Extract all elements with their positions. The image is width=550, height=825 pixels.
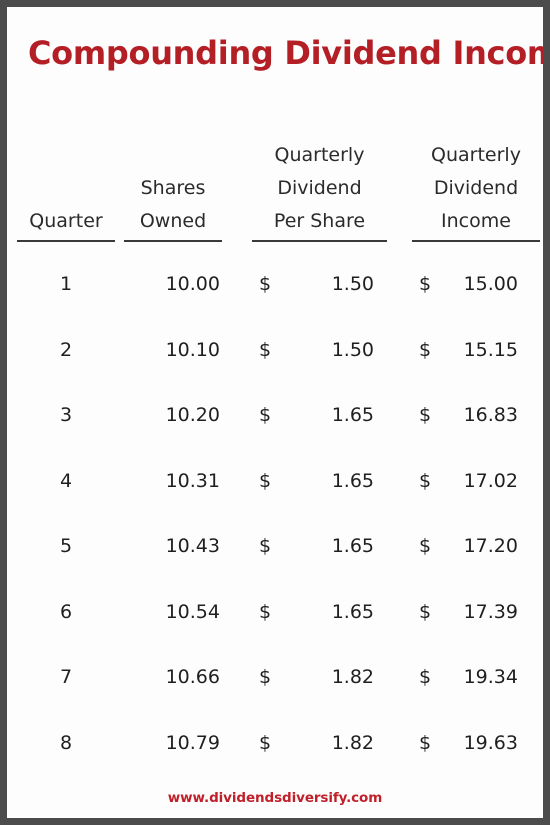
table-row: 6 10.54 $ 1.65 $ 17.39 xyxy=(7,599,543,665)
cell-currency-symbol-income: $ xyxy=(419,469,432,492)
cell-currency-symbol-income: $ xyxy=(419,600,432,623)
cell-dividend-per-share: 1.50 xyxy=(331,338,374,361)
cell-dividend-per-share: 1.82 xyxy=(331,731,374,754)
column-header-income-line1: Quarterly xyxy=(431,144,521,166)
cell-shares-owned: 10.10 xyxy=(165,338,220,361)
table-row: 5 10.43 $ 1.65 $ 17.20 xyxy=(7,533,543,599)
cell-shares-owned: 10.00 xyxy=(165,273,220,295)
cell-quarter: 3 xyxy=(59,404,73,426)
cell-quarter: 4 xyxy=(59,469,73,492)
cell-quarter: 8 xyxy=(59,731,73,754)
cell-currency-symbol-income: $ xyxy=(419,535,432,557)
cell-dividend-per-share: 1.65 xyxy=(331,404,374,426)
cell-dividend-income: 19.34 xyxy=(463,666,518,688)
cell-shares-owned: 10.54 xyxy=(165,600,220,623)
table-body: 1 10.00 $ 1.50 $ 15.00 2 10.10 $ 1.50 $ … xyxy=(7,271,543,795)
cell-dividend-per-share: 1.65 xyxy=(331,535,374,557)
column-header-quarter-line3: Quarter xyxy=(29,210,103,232)
cell-quarter: 5 xyxy=(59,535,73,557)
cell-dividend-per-share: 1.82 xyxy=(331,666,374,688)
table-row: 3 10.20 $ 1.65 $ 16.83 xyxy=(7,402,543,468)
column-header-shares-owned: Shares Owned xyxy=(124,172,222,242)
cell-shares-owned: 10.31 xyxy=(165,469,220,492)
cell-currency-symbol-income: $ xyxy=(419,666,432,688)
cell-currency-symbol-dps: $ xyxy=(259,469,272,492)
cell-currency-symbol-income: $ xyxy=(419,404,432,426)
column-header-income-line2: Dividend xyxy=(433,177,519,199)
table-header-row: Quarter Shares Owned Quarterly Dividend … xyxy=(7,127,543,242)
poster-sheet: Compounding Dividend Income Quarter Shar… xyxy=(7,7,543,818)
cell-shares-owned: 10.20 xyxy=(165,404,220,426)
cell-shares-owned: 10.43 xyxy=(165,535,220,557)
cell-dividend-per-share: 1.65 xyxy=(331,469,374,492)
cell-dividend-income: 17.02 xyxy=(463,469,518,492)
cell-currency-symbol-dps: $ xyxy=(259,404,272,426)
cell-quarter: 6 xyxy=(59,600,73,623)
column-header-shares-line2: Shares xyxy=(140,177,206,199)
cell-quarter: 7 xyxy=(59,666,73,688)
page-title: Compounding Dividend Income xyxy=(28,34,543,72)
column-header-income-line3: Income xyxy=(441,210,511,232)
cell-currency-symbol-dps: $ xyxy=(259,338,272,361)
cell-shares-owned: 10.79 xyxy=(165,731,220,754)
dividend-table: Quarter Shares Owned Quarterly Dividend … xyxy=(7,127,543,795)
cell-currency-symbol-income: $ xyxy=(419,731,432,754)
table-row: 1 10.00 $ 1.50 $ 15.00 xyxy=(7,271,543,337)
cell-dividend-per-share: 1.65 xyxy=(331,600,374,623)
cell-dividend-income: 15.15 xyxy=(463,338,518,361)
table-row: 7 10.66 $ 1.82 $ 19.34 xyxy=(7,664,543,730)
cell-dividend-income: 15.00 xyxy=(463,273,518,295)
column-header-dps-line3: Per Share xyxy=(273,210,366,232)
cell-dividend-income: 17.20 xyxy=(463,535,518,557)
cell-currency-symbol-dps: $ xyxy=(259,666,272,688)
cell-currency-symbol-dps: $ xyxy=(259,535,272,557)
poster-frame: Compounding Dividend Income Quarter Shar… xyxy=(0,0,550,825)
cell-currency-symbol-dps: $ xyxy=(259,273,272,295)
column-header-dps-line2: Dividend xyxy=(277,177,362,199)
cell-currency-symbol-dps: $ xyxy=(259,600,272,623)
cell-currency-symbol-income: $ xyxy=(419,338,432,361)
cell-shares-owned: 10.66 xyxy=(165,666,220,688)
cell-dividend-per-share: 1.50 xyxy=(331,273,374,295)
cell-dividend-income: 19.63 xyxy=(463,731,518,754)
cell-quarter: 2 xyxy=(59,338,73,361)
table-row: 4 10.31 $ 1.65 $ 17.02 xyxy=(7,468,543,534)
column-header-quarter: Quarter xyxy=(17,205,115,242)
column-header-shares-line3: Owned xyxy=(139,210,207,232)
table-row: 8 10.79 $ 1.82 $ 19.63 xyxy=(7,730,543,796)
cell-currency-symbol-dps: $ xyxy=(259,731,272,754)
cell-dividend-income: 17.39 xyxy=(463,600,518,623)
table-row: 2 10.10 $ 1.50 $ 15.15 xyxy=(7,337,543,403)
footer-website-url[interactable]: www.dividendsdiversify.com xyxy=(7,790,543,806)
cell-currency-symbol-income: $ xyxy=(419,273,432,295)
column-header-dividend-income: Quarterly Dividend Income xyxy=(412,139,540,242)
cell-quarter: 1 xyxy=(59,273,73,295)
column-header-dps-line1: Quarterly xyxy=(274,144,365,166)
cell-dividend-income: 16.83 xyxy=(463,404,518,426)
column-header-dividend-per-share: Quarterly Dividend Per Share xyxy=(252,139,387,242)
